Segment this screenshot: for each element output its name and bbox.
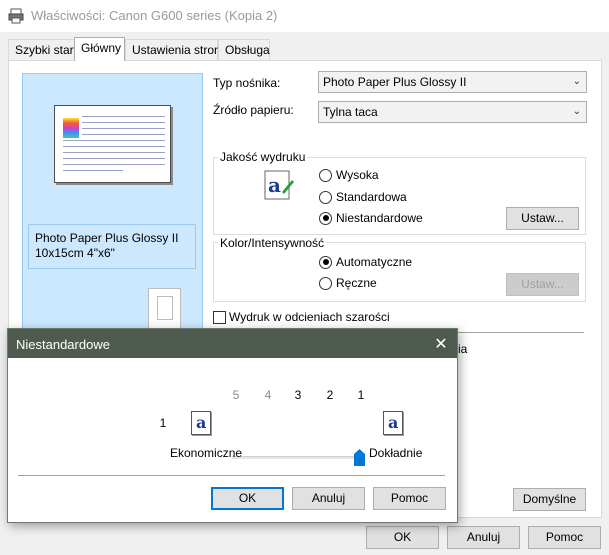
paper-source-value: Tylna taca	[323, 105, 378, 119]
help-button[interactable]: Pomoc	[528, 526, 601, 549]
quality-standard-radio[interactable]: Standardowa	[319, 190, 407, 204]
chevron-down-icon: ⌄	[572, 106, 581, 117]
tab-label: Główny	[81, 41, 122, 55]
custom-quality-dialog: Niestandardowe ✕ 5 4 3 2 1 1 a a Ekonomi…	[7, 328, 458, 523]
document-a-icon: a	[191, 411, 211, 435]
window-titlebar: Właściwości: Canon G600 series (Kopia 2)	[0, 0, 609, 32]
svg-text:a: a	[268, 173, 281, 197]
document-a-glyph: a	[388, 413, 399, 432]
tab-maintenance[interactable]: Obsługa	[218, 39, 270, 60]
radio-indicator	[319, 211, 332, 225]
color-auto-radio[interactable]: Automatyczne	[319, 255, 412, 269]
fine-caption: Dokładnie	[369, 446, 423, 460]
cancel-button[interactable]: Anuluj	[447, 526, 520, 549]
quality-set-button[interactable]: Ustaw...	[506, 207, 579, 230]
scale-tick: 4	[264, 388, 272, 402]
radio-indicator	[319, 168, 332, 182]
media-info-name: Photo Paper Plus Glossy II	[35, 231, 179, 245]
media-type-value: Photo Paper Plus Glossy II	[323, 75, 467, 89]
paper-icon	[157, 296, 173, 320]
radio-label: Wysoka	[336, 168, 379, 182]
defaults-button[interactable]: Domyślne	[513, 488, 586, 511]
paper-orientation-thumbnail	[148, 288, 181, 330]
tab-page-setup[interactable]: Ustawienia strony	[125, 39, 227, 60]
media-type-label: Typ nośnika:	[213, 76, 281, 90]
close-icon[interactable]: ✕	[433, 334, 449, 354]
dialog-help-button[interactable]: Pomoc	[373, 487, 446, 510]
radio-label: Automatyczne	[336, 255, 413, 269]
economic-caption: Ekonomiczne	[170, 446, 243, 460]
document-a-glyph: a	[196, 413, 207, 432]
dialog-titlebar: Niestandardowe ✕	[8, 329, 457, 358]
paper-source-label: Źródło papieru:	[213, 103, 294, 117]
radio-label: Ręczne	[336, 276, 377, 290]
quality-high-radio[interactable]: Wysoka	[319, 168, 379, 182]
scale-tick: 2	[326, 388, 334, 402]
page-preview	[54, 105, 171, 183]
color-set-button[interactable]: Ustaw...	[506, 273, 579, 296]
radio-indicator	[319, 190, 332, 204]
scale-tick: 3	[294, 388, 302, 402]
dialog-title: Niestandardowe	[16, 337, 110, 352]
grayscale-label: Wydruk w odcieniach szarości	[229, 310, 390, 324]
scale-tick: 1	[357, 388, 365, 402]
quality-level-number: 1	[159, 416, 167, 430]
radio-label: Standardowa	[336, 190, 407, 204]
document-a-icon: a	[383, 411, 403, 435]
print-quality-icon: a	[264, 170, 294, 200]
dialog-cancel-button[interactable]: Anuluj	[292, 487, 365, 510]
printer-icon	[8, 8, 24, 24]
quality-slider-thumb[interactable]	[354, 449, 365, 466]
media-info-size: 10x15cm 4"x6"	[35, 246, 115, 260]
scale-tick: 5	[232, 388, 240, 402]
tab-label: Obsługa	[225, 43, 270, 57]
ok-button[interactable]: OK	[366, 526, 439, 549]
media-info: Photo Paper Plus Glossy II 10x15cm 4"x6"	[28, 224, 196, 269]
tab-label: Ustawienia strony	[132, 43, 227, 57]
quality-slider-track[interactable]	[232, 456, 363, 459]
separator	[18, 475, 445, 476]
radio-indicator	[319, 255, 332, 269]
window-title: Właściwości: Canon G600 series (Kopia 2)	[31, 8, 278, 23]
quality-custom-radio[interactable]: Niestandardowe	[319, 211, 423, 225]
paper-source-select[interactable]: Tylna taca ⌄	[318, 101, 587, 123]
color-intensity-title: Kolor/Intensywność	[218, 236, 327, 250]
media-type-select[interactable]: Photo Paper Plus Glossy II ⌄	[318, 71, 587, 93]
radio-indicator	[319, 276, 332, 290]
dialog-ok-button[interactable]: OK	[211, 487, 284, 510]
chevron-down-icon: ⌄	[572, 76, 581, 87]
tab-label: Szybki start	[15, 43, 78, 57]
preview-photo	[63, 118, 79, 138]
radio-label: Niestandardowe	[336, 211, 423, 225]
tab-main[interactable]: Główny	[74, 37, 125, 61]
tab-quick-start[interactable]: Szybki start	[8, 39, 78, 60]
partial-option-label: ia	[458, 342, 468, 356]
grayscale-checkbox[interactable]	[213, 311, 226, 324]
color-manual-radio[interactable]: Ręczne	[319, 276, 377, 290]
print-quality-title: Jakość wydruku	[218, 150, 308, 164]
